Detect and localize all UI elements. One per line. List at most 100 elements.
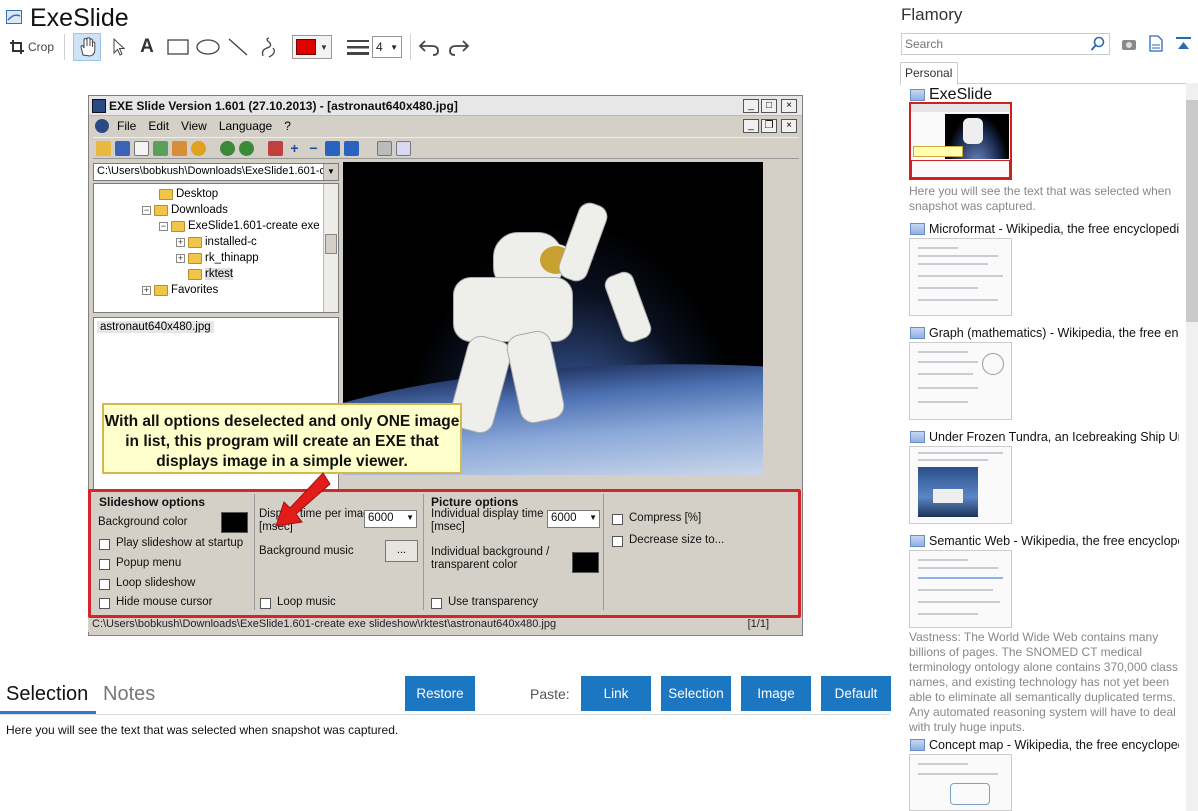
snapshot-thumbnail[interactable] [909, 342, 1012, 420]
search-input[interactable] [901, 33, 1110, 55]
tree-node-downloads: − Downloads [142, 204, 228, 216]
minimize-icon: _ [743, 119, 759, 133]
app-icon [6, 10, 22, 24]
tab-selection[interactable]: Selection [6, 683, 88, 706]
tree-label: Favorites [171, 284, 219, 296]
menu-view: View [181, 119, 207, 133]
folder-path-text: C:\Users\bobkush\Downloads\ExeSlide1.601… [97, 165, 326, 177]
redo-button[interactable] [446, 33, 472, 61]
line-width-value: 4 [376, 40, 383, 54]
gallery-icon [172, 140, 187, 156]
crop-button[interactable]: Crop [6, 33, 58, 61]
menu-edit: Edit [148, 119, 170, 133]
snapshot-thumbnail[interactable] [909, 102, 1012, 180]
tree-node-rk-thinapp: + rk_thinapp [176, 252, 259, 264]
search-icon[interactable] [1090, 36, 1106, 57]
folder-icon [154, 284, 168, 296]
paste-link-button[interactable]: Link [581, 676, 651, 711]
document-icon[interactable] [1149, 35, 1163, 57]
thumb-text-line [918, 247, 958, 249]
comment-icon [396, 140, 411, 156]
tree-node-favorites: + Favorites [142, 284, 218, 296]
menu-help: ? [284, 119, 291, 133]
snapshot-description: Vastness: The World Wide Web contains ma… [909, 630, 1178, 734]
page-title: ExeSlide [30, 4, 129, 32]
play-icon [191, 140, 206, 156]
red-highlight-rectangle [88, 489, 801, 618]
line-width-select[interactable]: 4 ▼ [372, 36, 402, 58]
hand-tool-button[interactable] [73, 33, 101, 61]
pointer-icon [113, 38, 126, 56]
thumb-graph [982, 353, 1004, 375]
undo-button[interactable] [416, 33, 442, 61]
color-swatch [296, 39, 317, 55]
snapshot-thumbnail[interactable] [909, 446, 1012, 524]
folder-tree: Desktop − Downloads − ExeSlide1.601-create… [93, 183, 339, 313]
paste-image-button[interactable]: Image [741, 676, 811, 711]
snapshot-icon [910, 223, 925, 235]
camera-icon[interactable] [1121, 37, 1137, 56]
thumb-text-line [918, 589, 993, 591]
select-arrow-button[interactable] [106, 33, 132, 61]
thumb-text-line [918, 401, 968, 403]
astronaut-arm [601, 268, 655, 346]
folder-icon [188, 268, 202, 280]
move-right-icon [344, 140, 359, 156]
thumb-text-line [918, 567, 998, 569]
line-width-button[interactable] [344, 33, 372, 61]
sidebar-app-name: Flamory [901, 5, 963, 24]
thumb-text-line [918, 559, 968, 561]
undo-icon [418, 40, 439, 56]
line-tool-button[interactable] [225, 33, 251, 61]
file-list-item: astronaut640x480.jpg [97, 321, 214, 333]
tree-scrollbar [323, 184, 338, 312]
rectangle-icon [167, 39, 189, 55]
snapshot-item-title[interactable]: Concept map - Wikipedia, the free encycl… [929, 738, 1179, 752]
tree-label: rktest [205, 268, 234, 280]
snapshot-item-title[interactable]: Graph (mathematics) - Wikipedia, the fre… [929, 326, 1179, 340]
paste-default-button[interactable]: Default [821, 676, 891, 711]
hand-icon [80, 37, 96, 57]
thumb-text-line [918, 763, 968, 765]
snapshot-thumbnail[interactable] [909, 238, 1012, 316]
snapshot-icon [910, 327, 925, 339]
restore-button[interactable]: Restore [405, 676, 475, 711]
thumb-window-title [911, 104, 1010, 112]
ellipse-tool-button[interactable] [194, 33, 222, 61]
tab-personal[interactable]: Personal [900, 62, 958, 85]
snapshot-thumbnail[interactable] [909, 754, 1012, 811]
thumb-text-line [918, 613, 978, 615]
collapse-panel-icon[interactable] [1175, 36, 1192, 57]
freehand-tool-button[interactable] [256, 33, 282, 61]
tab-notes[interactable]: Notes [103, 683, 155, 706]
tree-label: Desktop [176, 188, 219, 200]
thumb-highlight [911, 160, 1010, 178]
color-picker-button[interactable]: ▼ [292, 35, 332, 59]
tree-label: Downloads [171, 204, 228, 216]
app-root: ExeSlide Crop A ▼ 4 ▼ EXE Slide Version … [0, 0, 1198, 811]
line-width-icon [347, 40, 369, 55]
snapshot-item-title[interactable]: Under Frozen Tundra, an Icebreaking Ship… [929, 430, 1179, 444]
paste-selection-button[interactable]: Selection [661, 676, 731, 711]
image-icon [153, 140, 168, 156]
folder-path-combo: C:\Users\bobkush\Downloads\ExeSlide1.601… [93, 163, 339, 181]
snapshot-description: Here you will see the text that was sele… [909, 184, 1172, 213]
sidebar-scroll-thumb[interactable] [1186, 100, 1198, 322]
menu-file: File [117, 119, 137, 133]
rectangle-tool-button[interactable] [165, 33, 191, 61]
window-icon [134, 140, 149, 156]
folder-icon [159, 188, 173, 200]
tree-node-desktop: Desktop [159, 188, 218, 200]
exeslide-menubar: File Edit View Language ? [89, 116, 802, 136]
thumb-text-line [918, 452, 1003, 454]
snapshot-item-title[interactable]: Semantic Web - Wikipedia, the free encyc… [929, 534, 1179, 548]
maximize-icon: □ [761, 99, 777, 113]
tree-node-exeslide: − ExeSlide1.601-create exe s [159, 220, 329, 232]
snapshot-item-title[interactable]: Microformat - Wikipedia, the free encycl… [929, 222, 1179, 236]
expand-icon: + [176, 252, 185, 263]
text-tool-button[interactable]: A [135, 33, 159, 61]
close-icon: × [781, 119, 797, 133]
folder-icon [154, 204, 168, 216]
snapshot-thumbnail[interactable] [909, 550, 1012, 628]
thumb-text-line [918, 459, 988, 461]
